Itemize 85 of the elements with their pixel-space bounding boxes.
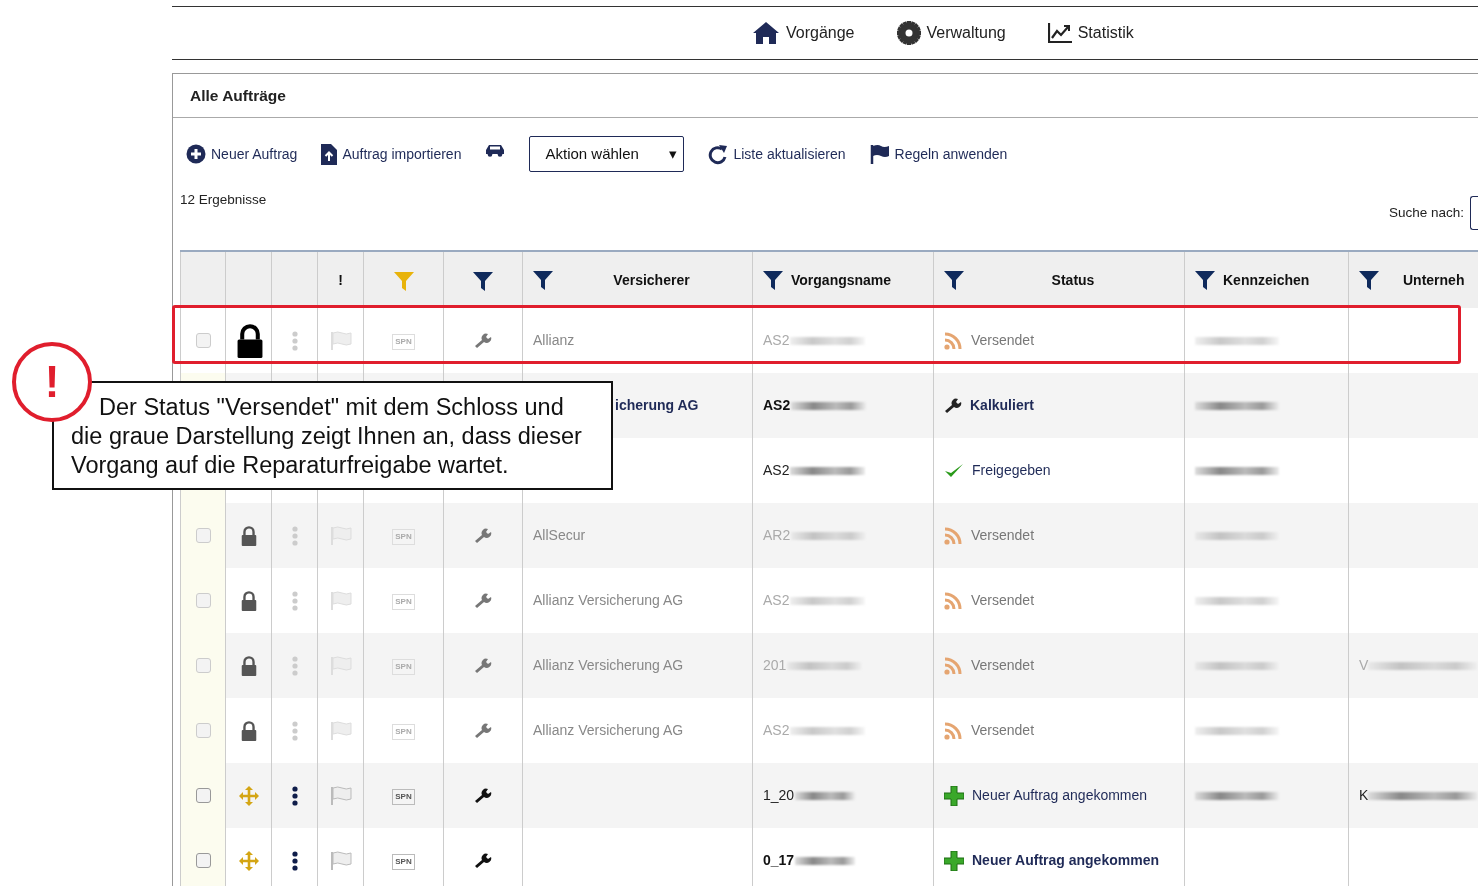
panel-title: Alle Aufträge <box>173 74 1478 118</box>
column-header[interactable]: Unterneh <box>1403 269 1465 291</box>
table-cell: Allianz Versicherung AG <box>533 656 684 673</box>
table-cell: AS2 <box>763 721 790 738</box>
filter-icon[interactable] <box>473 270 493 291</box>
status-label: Neuer Auftrag angekommen <box>972 786 1148 805</box>
status-label: Versendet <box>971 656 1035 675</box>
column-header[interactable]: Status <box>972 269 1174 291</box>
search-label: Suche nach: <box>1388 203 1464 222</box>
column-header[interactable]: Versicherer <box>561 269 742 291</box>
gear-icon <box>896 21 921 45</box>
row-checkbox[interactable] <box>195 788 211 804</box>
flag-icon[interactable] <box>329 785 352 806</box>
filter-icon[interactable] <box>1359 270 1379 290</box>
toolbar-link[interactable]: Auftrag importieren <box>321 143 462 165</box>
status-label: Neuer Auftrag angekommen <box>972 851 1159 870</box>
flag-icon[interactable] <box>329 850 352 871</box>
result-count: 12 Ergebnisse <box>180 191 267 209</box>
lock-icon <box>239 720 258 741</box>
flag-icon <box>869 144 890 164</box>
table-cell: AllSecur <box>533 526 586 543</box>
wrench-icon[interactable] <box>474 852 492 869</box>
status-label: Kalkuliert <box>970 396 1034 415</box>
column-header[interactable]: Kennzeichen <box>1223 269 1310 291</box>
toolbar-link[interactable]: Regeln anwenden <box>869 143 1008 165</box>
flag-icon[interactable] <box>329 590 352 611</box>
status-label: Versendet <box>971 331 1035 350</box>
table-cell: K <box>1359 786 1369 803</box>
tag-label[interactable]: SPN <box>392 854 415 871</box>
row-checkbox[interactable] <box>195 658 211 674</box>
table-cell: AS2 <box>763 396 791 413</box>
table-cell: AS2 <box>763 461 790 478</box>
table-cell: AR2 <box>763 526 791 543</box>
table-cell: 201 <box>763 656 787 673</box>
filter-icon[interactable] <box>944 270 964 290</box>
refresh-icon <box>708 143 729 165</box>
status-label: Freigegeben <box>972 461 1051 480</box>
line-chart-icon <box>1047 23 1072 43</box>
toolbar-link[interactable]: Neuer Auftrag <box>186 143 298 165</box>
table-cell: AS2 <box>763 331 790 348</box>
nav-link[interactable]: Verwaltung <box>896 21 1006 45</box>
lock-icon <box>236 322 264 359</box>
search-field[interactable] <box>1470 196 1478 230</box>
lock-icon <box>239 525 258 546</box>
lock-icon <box>239 655 258 676</box>
filter-icon[interactable] <box>1195 270 1215 290</box>
row-checkbox[interactable] <box>195 333 211 349</box>
status-label: Versendet <box>971 721 1035 740</box>
filter-icon[interactable] <box>763 270 783 290</box>
wrench-icon[interactable] <box>474 787 492 804</box>
nav-link[interactable]: Statistik <box>1047 21 1134 45</box>
home-icon <box>752 21 780 45</box>
flag-icon[interactable] <box>329 720 352 741</box>
flag-icon[interactable] <box>329 330 352 351</box>
move-icon[interactable] <box>237 849 260 872</box>
add-icon <box>186 144 206 164</box>
column-header: ! <box>338 271 343 288</box>
row-checkbox[interactable] <box>195 723 211 739</box>
status-label: Versendet <box>971 591 1035 610</box>
toolbar-link[interactable]: Liste aktualisieren <box>708 143 846 165</box>
move-icon[interactable] <box>237 784 260 807</box>
nav-link[interactable]: Vorgänge <box>752 21 855 45</box>
action-select[interactable]: Aktion wählen ▾ <box>529 136 685 172</box>
row-checkbox[interactable] <box>195 528 211 544</box>
car-icon[interactable] <box>485 143 506 157</box>
file-icon <box>321 143 338 165</box>
redaction-bar <box>795 857 856 866</box>
table-cell: V <box>1359 656 1369 673</box>
lock-icon <box>239 590 258 611</box>
table-cell: Allianz Versicherung AG <box>533 591 684 608</box>
row-checkbox[interactable] <box>195 853 211 869</box>
more-icon[interactable] <box>291 850 298 871</box>
filter-icon[interactable] <box>533 270 553 290</box>
table-cell: Allianz <box>533 331 575 348</box>
status-label: Versendet <box>971 526 1035 545</box>
more-icon[interactable] <box>291 785 298 806</box>
row-checkbox[interactable] <box>195 593 211 609</box>
table-cell: icherung AG <box>615 396 699 413</box>
tag-label[interactable]: SPN <box>392 789 415 806</box>
table-cell: AS2 <box>763 591 790 608</box>
column-header[interactable]: Vorgangsname <box>791 269 892 291</box>
table-cell: Allianz Versicherung AG <box>533 721 684 738</box>
redaction-bar <box>795 792 856 801</box>
table-cell: 0_17 <box>763 851 795 868</box>
table-cell: 1_20 <box>763 786 795 803</box>
